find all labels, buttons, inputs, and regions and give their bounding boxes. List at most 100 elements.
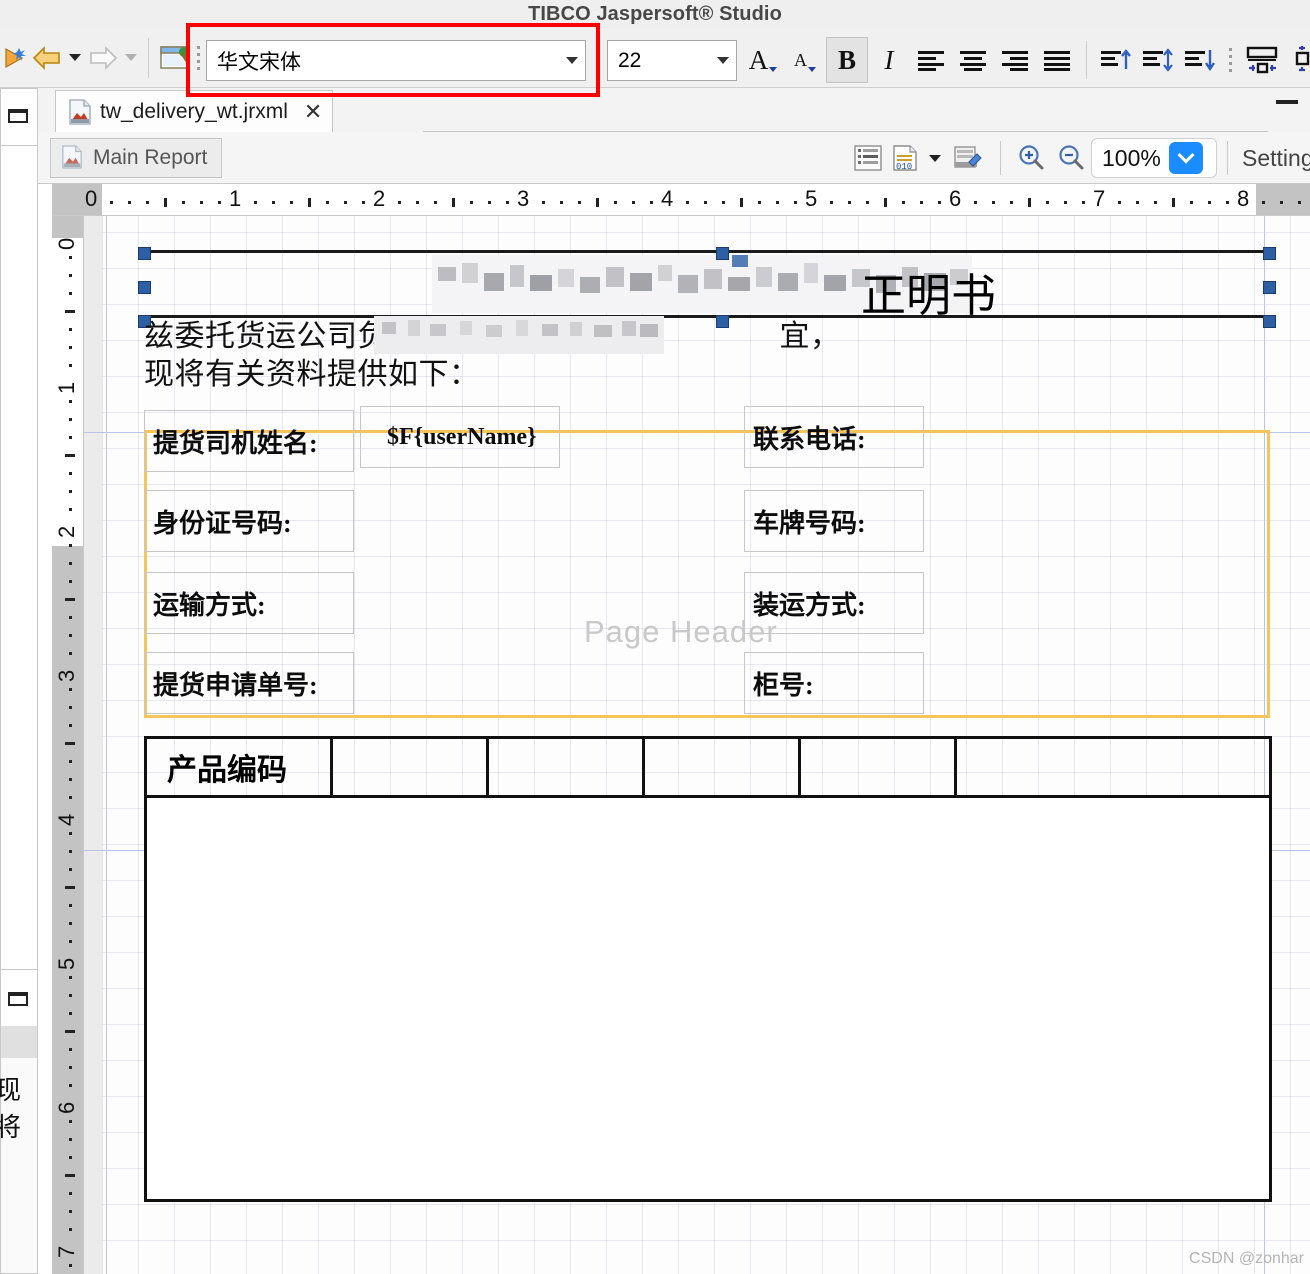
ruler-tick xyxy=(69,1192,72,1195)
zoom-in-button[interactable] xyxy=(1011,138,1051,178)
show-bands-button[interactable] xyxy=(848,138,888,178)
table-header-cell[interactable] xyxy=(489,739,645,795)
formatting-toolbar: A A B I xyxy=(742,36,1310,84)
align-left-button[interactable] xyxy=(910,37,952,83)
font-size-dropdown-arrow[interactable] xyxy=(710,57,736,64)
field-shipping-mode-label[interactable]: 装运方式: xyxy=(744,572,924,634)
bands-icon xyxy=(854,145,882,171)
ruler-tick xyxy=(1136,201,1139,204)
main-report-tab[interactable]: Main Report xyxy=(50,138,223,178)
report-title-element[interactable]: 正明书 xyxy=(138,247,1276,328)
navigate-back-button[interactable] xyxy=(30,38,64,78)
field-request-number-label[interactable]: 提货申请单号: xyxy=(144,652,354,714)
ruler-label: 2 xyxy=(54,525,79,538)
field-label: 身份证号码: xyxy=(153,508,292,538)
dataset-dropdown[interactable] xyxy=(924,138,946,178)
minimize-icon[interactable] xyxy=(8,992,28,1006)
align-middle-button[interactable] xyxy=(1137,37,1179,83)
ruler-tick xyxy=(182,201,185,204)
font-family-combo[interactable]: 华文宋体 xyxy=(206,40,586,81)
ruler-tick xyxy=(69,436,72,439)
align-bottom-button[interactable] xyxy=(1179,37,1221,83)
ruler-tick xyxy=(69,580,72,583)
resize-handle-se[interactable] xyxy=(1263,315,1276,328)
editor-minimize-button[interactable] xyxy=(1276,100,1298,112)
align-top-button[interactable] xyxy=(1095,37,1137,83)
ruler-tick xyxy=(69,778,72,781)
ruler-tick xyxy=(1298,201,1301,204)
increase-font-size-button[interactable]: A xyxy=(742,37,784,83)
zoom-level-combo[interactable]: 100% xyxy=(1091,138,1217,178)
new-window-button[interactable] xyxy=(159,38,193,78)
navigate-forward-button[interactable] xyxy=(86,38,120,78)
fit-height-icon xyxy=(1295,46,1310,72)
size-to-container-button[interactable] xyxy=(1240,37,1286,83)
minimize-icon[interactable] xyxy=(8,109,28,123)
font-size-combo[interactable]: 22 xyxy=(607,40,737,81)
zoom-dropdown-button[interactable] xyxy=(1168,142,1203,174)
align-bottom-icon xyxy=(1185,50,1215,72)
field-username-expression[interactable]: $F{userName} xyxy=(360,406,560,468)
field-transport-mode-label[interactable]: 运输方式: xyxy=(144,572,354,634)
field-container-number-label[interactable]: 柜号: xyxy=(744,652,924,714)
table-header-cell[interactable] xyxy=(645,739,801,795)
align-center-button[interactable] xyxy=(952,37,994,83)
navigate-forward-dropdown[interactable] xyxy=(120,38,142,78)
edit-dataset-button[interactable] xyxy=(946,138,990,178)
report-design-canvas[interactable]: 正明书 兹委托货运公司负责办理 宜， 现将有关资料提供如下： Page Head… xyxy=(84,216,1310,1274)
field-plate-number-label[interactable]: 车牌号码: xyxy=(744,490,924,552)
zoom-out-button[interactable] xyxy=(1051,138,1091,178)
table-header-cell[interactable] xyxy=(957,739,1269,795)
field-driver-name-label[interactable]: 提货司机姓名: xyxy=(144,410,354,472)
close-icon[interactable]: ✕ xyxy=(304,99,322,125)
align-right-icon xyxy=(1002,51,1028,71)
italic-icon: I xyxy=(884,44,894,75)
resize-handle-nw[interactable] xyxy=(138,247,151,260)
ruler-tick xyxy=(69,616,72,619)
resize-handle-e[interactable] xyxy=(1263,281,1276,294)
ruler-tick xyxy=(758,201,761,204)
resize-handle-ne[interactable] xyxy=(1263,247,1276,260)
bold-button[interactable]: B xyxy=(826,37,868,83)
editor-tab-tw-delivery[interactable]: tw_delivery_wt.jrxml ✕ xyxy=(55,90,334,132)
left-view-panel-lower[interactable] xyxy=(0,970,38,1030)
size-to-content-button[interactable] xyxy=(1286,37,1310,83)
table-header-cell[interactable] xyxy=(801,739,957,795)
left-view-panel-bottom[interactable]: 现将 xyxy=(0,1030,38,1274)
ruler-tick xyxy=(938,201,941,204)
resize-handle-n[interactable] xyxy=(716,247,729,260)
ruler-tick xyxy=(69,706,72,709)
field-phone-label[interactable]: 联系电话: xyxy=(744,406,924,468)
font-family-dropdown-arrow[interactable] xyxy=(559,57,585,64)
detail-table-body[interactable] xyxy=(144,798,1272,1202)
run-report-button[interactable] xyxy=(0,38,30,78)
table-header-cell[interactable]: 产品编码 xyxy=(147,739,333,795)
align-justify-button[interactable] xyxy=(1036,37,1078,83)
table-header-label: 产品编码 xyxy=(167,754,287,787)
left-view-panel-middle[interactable] xyxy=(0,146,38,970)
paragraph-line1-suffix: 宜， xyxy=(779,320,841,353)
settings-label[interactable]: Settings xyxy=(1242,145,1310,172)
italic-button[interactable]: I xyxy=(868,37,910,83)
resize-handle-w[interactable] xyxy=(138,281,151,294)
ruler-tick xyxy=(1172,198,1175,207)
detail-table-header-row[interactable]: 产品编码 xyxy=(144,736,1272,798)
ruler-tick xyxy=(69,418,72,421)
navigate-back-dropdown[interactable] xyxy=(64,38,86,78)
chevron-down-icon xyxy=(929,154,941,162)
ruler-tick xyxy=(1280,201,1283,204)
ruler-tick xyxy=(578,201,581,204)
toolbar-grip[interactable] xyxy=(1227,38,1234,82)
decrease-font-size-button[interactable]: A xyxy=(784,37,826,83)
left-view-panel-top[interactable] xyxy=(0,88,38,146)
field-label: 装运方式: xyxy=(753,590,866,620)
ruler-tick xyxy=(920,201,923,204)
align-right-button[interactable] xyxy=(994,37,1036,83)
field-id-number-label[interactable]: 身份证号码: xyxy=(144,490,354,552)
toolbar-grip[interactable] xyxy=(195,36,202,80)
ruler-tick xyxy=(69,724,72,727)
table-header-cell[interactable] xyxy=(333,739,489,795)
ruler-tick xyxy=(992,201,995,204)
dataset-button[interactable]: 010 xyxy=(888,138,924,178)
ruler-tick xyxy=(69,274,72,277)
